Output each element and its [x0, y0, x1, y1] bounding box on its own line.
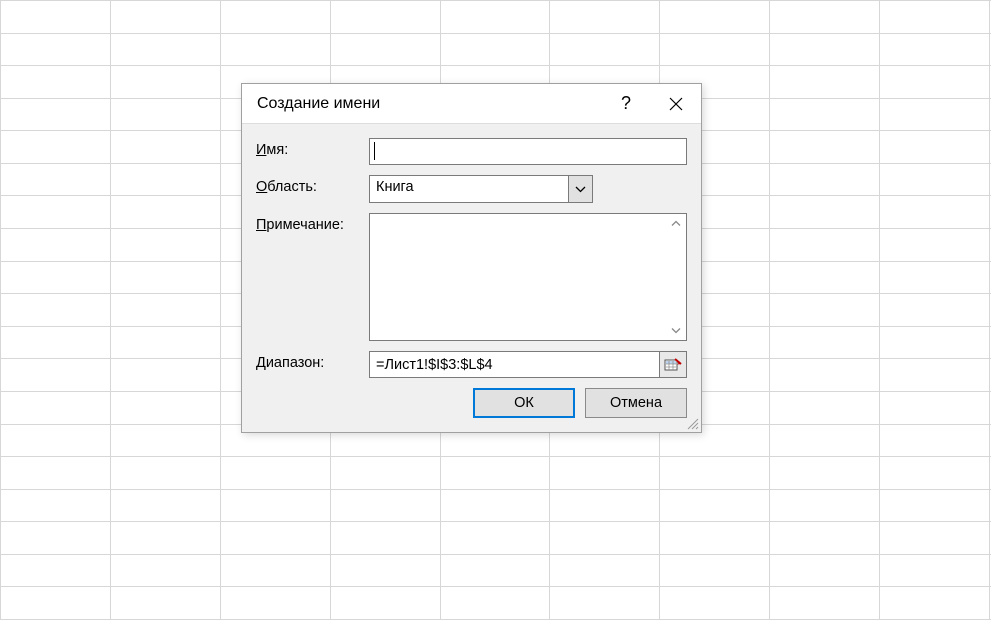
close-button[interactable] [651, 84, 701, 124]
titlebar: Создание имени ? [242, 84, 701, 124]
name-label: Имя: [256, 138, 369, 165]
help-button[interactable]: ? [601, 84, 651, 124]
range-label: Диапазон: [256, 351, 369, 378]
scroll-up-icon [671, 220, 681, 227]
collapse-dialog-button[interactable] [659, 351, 687, 378]
chevron-down-icon [568, 176, 592, 202]
cancel-button[interactable]: Отмена [585, 388, 687, 418]
text-cursor [374, 142, 375, 160]
range-input[interactable] [369, 351, 659, 378]
dialog-title: Создание имени [257, 95, 601, 113]
scope-label: Область: [256, 175, 369, 203]
ok-button[interactable]: ОК [473, 388, 575, 418]
range-select-icon [664, 357, 682, 373]
close-icon [669, 97, 683, 111]
scroll-down-icon [671, 327, 681, 334]
scope-value: Книга [370, 176, 568, 202]
scope-select[interactable]: Книга [369, 175, 593, 203]
resize-grip-icon[interactable] [685, 416, 699, 430]
comment-scrollbar[interactable] [666, 214, 686, 340]
new-name-dialog: Создание имени ? Имя: Область: Книга [241, 83, 702, 433]
comment-label: Примечание: [256, 213, 369, 341]
comment-textarea[interactable] [370, 214, 666, 340]
name-input[interactable] [369, 138, 687, 165]
